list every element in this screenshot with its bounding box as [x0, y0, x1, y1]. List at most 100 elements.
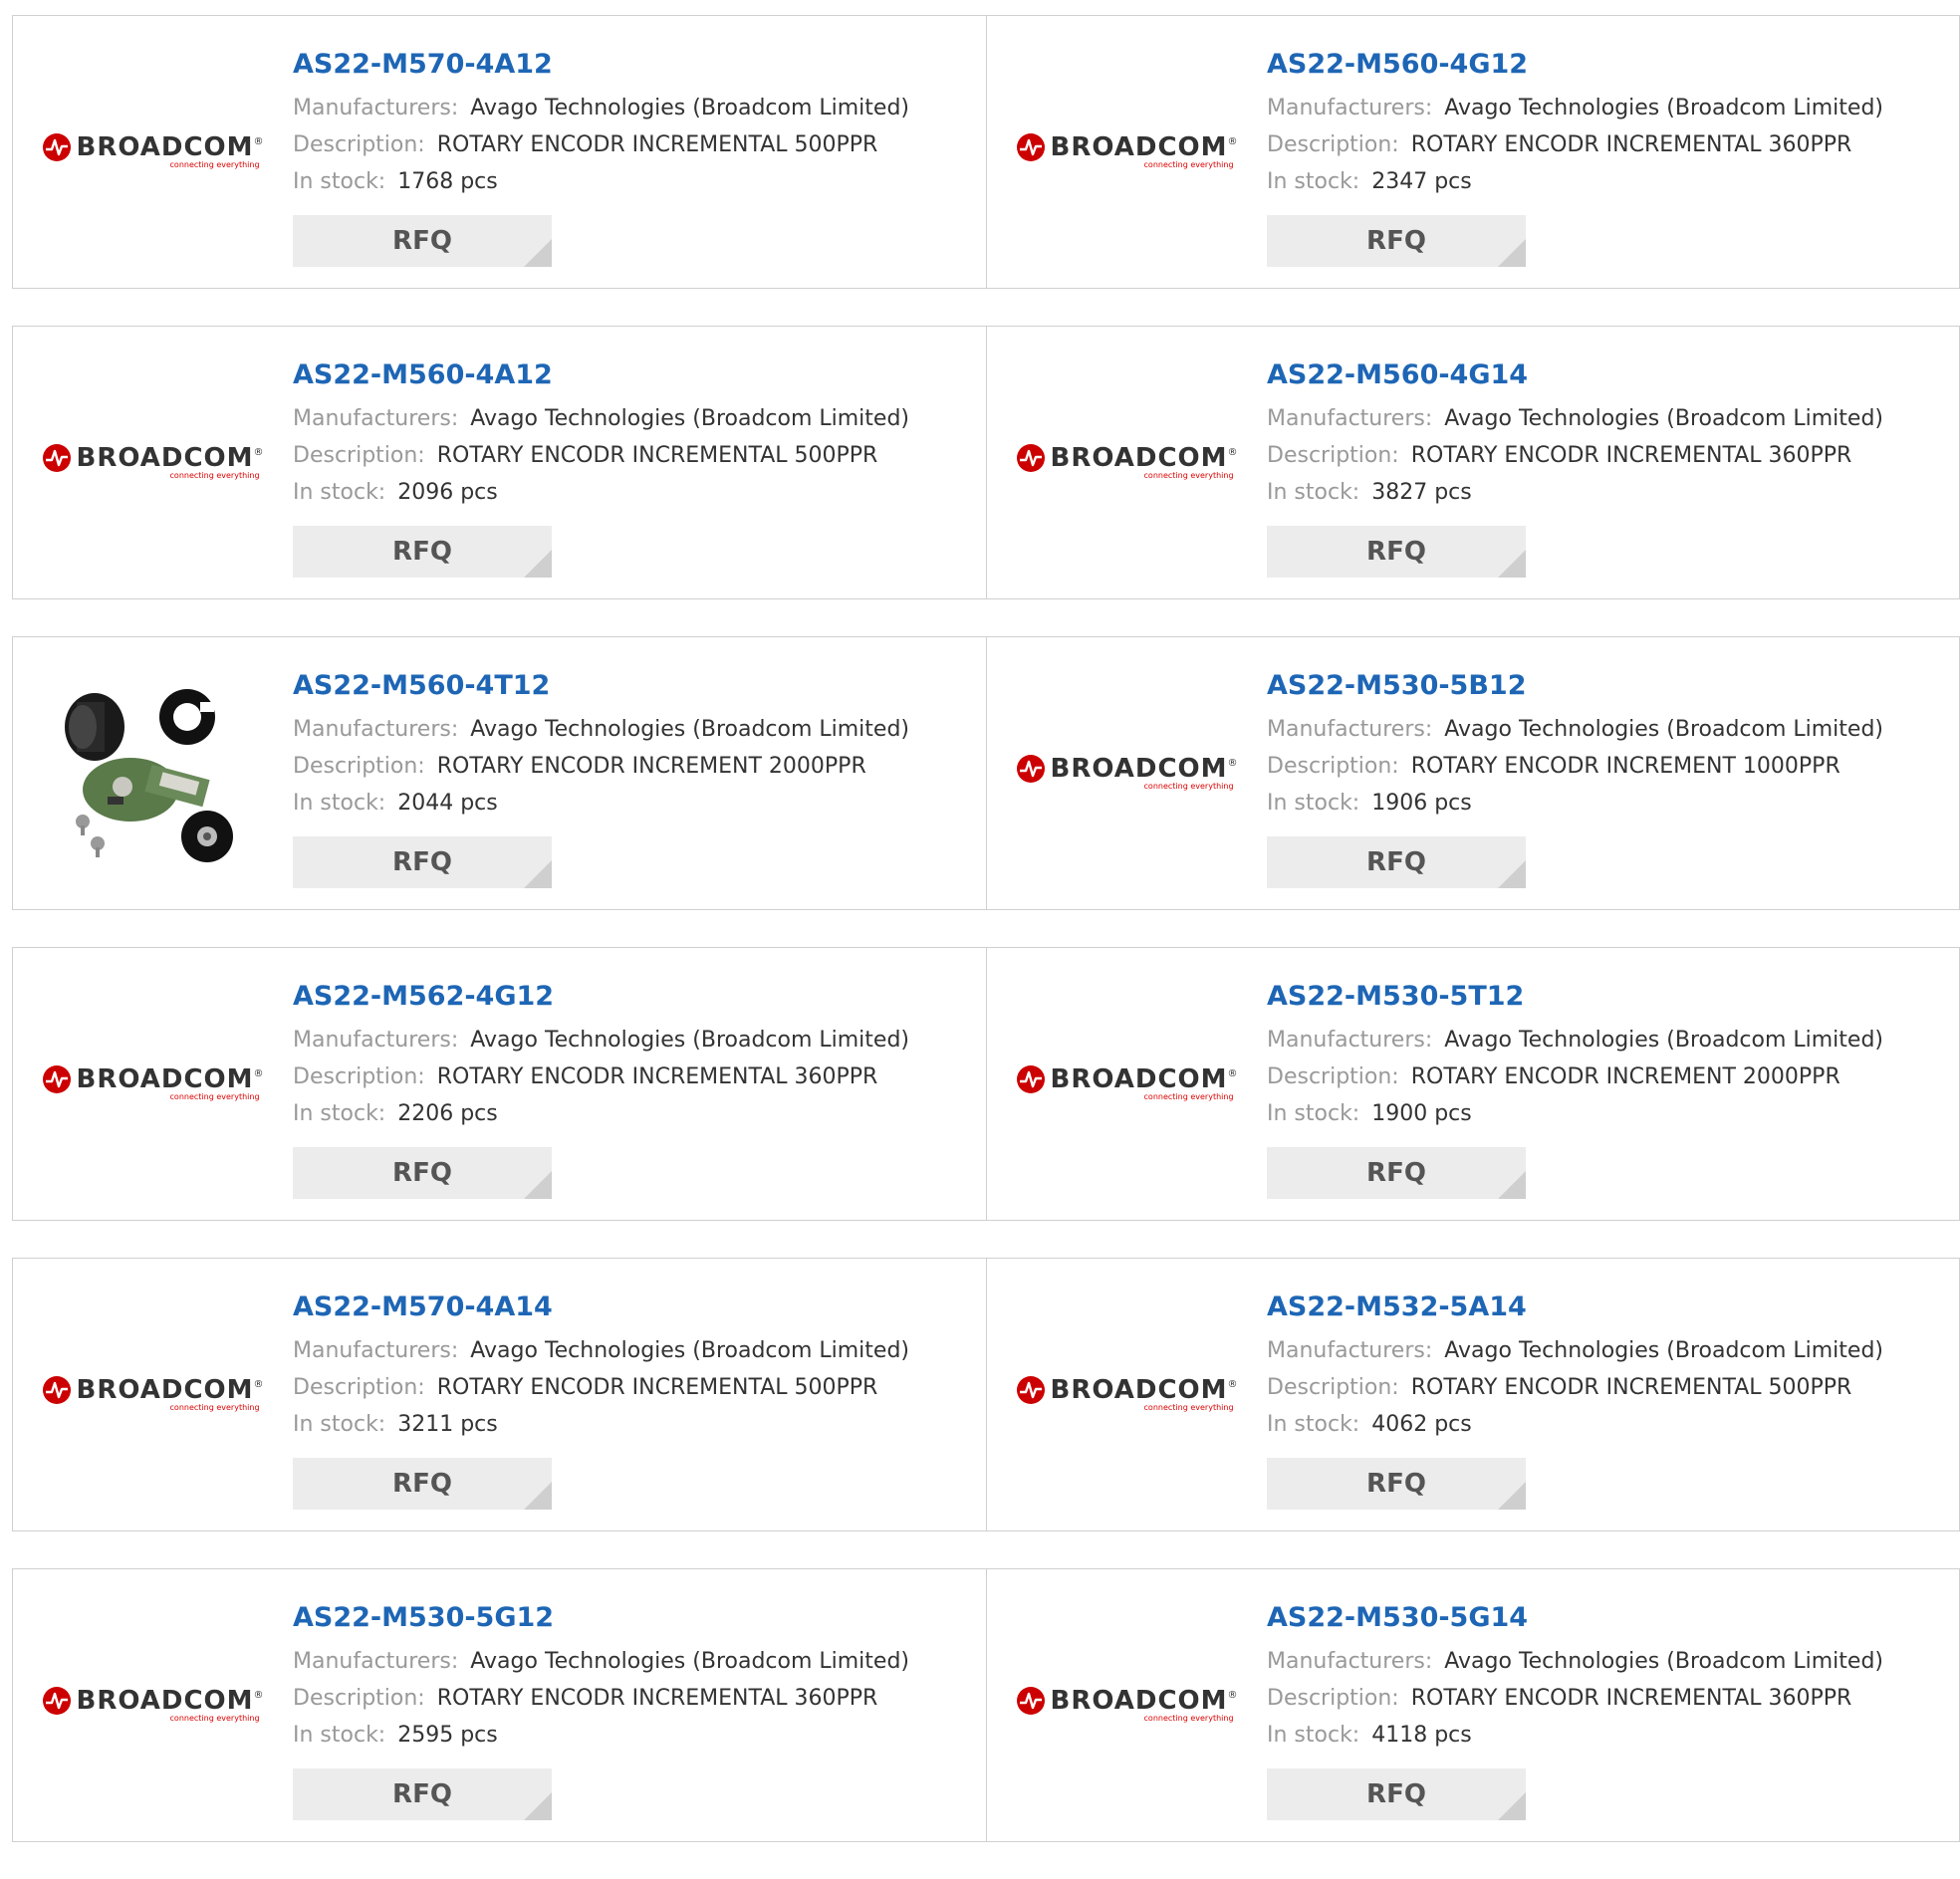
logo-tagline: connecting everything	[1143, 1713, 1234, 1723]
product-image[interactable]: BROADCOM ® connecting everything	[1016, 1289, 1238, 1498]
stock-line: In stock: 1900 pcs	[1267, 1095, 1883, 1132]
broadcom-logo: BROADCOM ® connecting everything	[42, 132, 264, 169]
rfq-button[interactable]: RFQ	[1267, 836, 1526, 888]
broadcom-logo: BROADCOM ® connecting everything	[1016, 132, 1238, 169]
rfq-button[interactable]: RFQ	[1267, 526, 1526, 578]
rfq-button[interactable]: RFQ	[293, 526, 552, 578]
part-number-link[interactable]: AS22-M532-5A14	[1267, 1289, 1883, 1326]
part-number-link[interactable]: AS22-M562-4G12	[293, 978, 909, 1016]
product-row: BROADCOM ® connecting everything AS22-M5…	[12, 1568, 1960, 1842]
stock-line: In stock: 3827 pcs	[1267, 474, 1883, 511]
product-row: BROADCOM ® connecting everything AS22-M5…	[12, 15, 1960, 289]
manufacturer-label: Manufacturers:	[1267, 1338, 1433, 1363]
product-image[interactable]: BROADCOM ® connecting everything	[1016, 667, 1238, 876]
part-number-link[interactable]: AS22-M530-5G14	[1267, 1599, 1883, 1637]
rfq-button[interactable]: RFQ	[293, 1458, 552, 1510]
part-number-link[interactable]: AS22-M560-4G12	[1267, 46, 1883, 84]
rfq-label: RFQ	[1366, 1469, 1426, 1499]
manufacturer-label: Manufacturers:	[293, 717, 459, 742]
corner-triangle-icon	[524, 1792, 552, 1820]
description-value: ROTARY ENCODR INCREMENTAL 360PPR	[436, 1064, 878, 1089]
corner-triangle-icon	[1498, 1792, 1526, 1820]
manufacturer-label: Manufacturers:	[1267, 1028, 1433, 1053]
description-value: ROTARY ENCODR INCREMENT 1000PPR	[1410, 754, 1840, 779]
product-image[interactable]: BROADCOM ® connecting everything	[1016, 46, 1238, 255]
part-number-link[interactable]: AS22-M570-4A14	[293, 1289, 909, 1326]
part-number-link[interactable]: AS22-M570-4A12	[293, 46, 909, 84]
product-card: BROADCOM ® connecting everything AS22-M5…	[986, 948, 1960, 1220]
corner-triangle-icon	[1498, 1482, 1526, 1510]
product-row: AS22-M560-4T12 Manufacturers: Avago Techn…	[12, 636, 1960, 910]
rfq-label: RFQ	[392, 1469, 452, 1499]
logo-wordmark: BROADCOM	[76, 131, 254, 162]
product-image[interactable]: BROADCOM ® connecting everything	[1016, 978, 1238, 1187]
product-image[interactable]: BROADCOM ® connecting everything	[42, 1289, 264, 1498]
logo-registered-mark: ®	[1227, 1689, 1238, 1701]
manufacturer-line: Manufacturers: Avago Technologies (Broadc…	[293, 1643, 909, 1680]
description-label: Description:	[1267, 1686, 1399, 1711]
logo-registered-mark: ®	[1227, 135, 1238, 147]
rfq-button[interactable]: RFQ	[293, 1147, 552, 1199]
rfq-label: RFQ	[392, 537, 452, 567]
part-number-link[interactable]: AS22-M530-5G12	[293, 1599, 909, 1637]
part-number-link[interactable]: AS22-M560-4G14	[1267, 356, 1883, 394]
stock-value: 1768 pcs	[397, 169, 498, 194]
manufacturer-value: Avago Technologies (Broadcom Limited)	[1444, 406, 1884, 431]
description-label: Description:	[1267, 132, 1399, 157]
rfq-button[interactable]: RFQ	[1267, 1458, 1526, 1510]
manufacturer-value: Avago Technologies (Broadcom Limited)	[470, 1338, 910, 1363]
part-number-link[interactable]: AS22-M530-5B12	[1267, 667, 1883, 705]
rfq-label: RFQ	[1366, 226, 1426, 256]
stock-value: 2096 pcs	[397, 480, 498, 505]
product-image[interactable]: BROADCOM ® connecting everything	[42, 46, 264, 255]
logo-registered-mark: ®	[253, 1378, 264, 1390]
broadcom-pulse-icon	[42, 132, 71, 161]
manufacturer-value: Avago Technologies (Broadcom Limited)	[1444, 717, 1884, 742]
broadcom-logo: BROADCOM ® connecting everything	[42, 1375, 264, 1412]
manufacturer-line: Manufacturers: Avago Technologies (Broadc…	[1267, 1643, 1883, 1680]
product-image[interactable]: BROADCOM ® connecting everything	[42, 356, 264, 566]
manufacturer-line: Manufacturers: Avago Technologies (Broadc…	[293, 1022, 909, 1058]
product-image[interactable]: BROADCOM ® connecting everything	[1016, 1599, 1238, 1808]
corner-triangle-icon	[524, 1482, 552, 1510]
broadcom-logo: BROADCOM ® connecting everything	[1016, 754, 1238, 791]
logo-registered-mark: ®	[1227, 446, 1238, 458]
rfq-button[interactable]: RFQ	[293, 836, 552, 888]
product-image[interactable]: BROADCOM ® connecting everything	[42, 978, 264, 1187]
product-card: BROADCOM ® connecting everything AS22-M5…	[12, 327, 986, 598]
broadcom-logo: BROADCOM ® connecting everything	[1016, 1375, 1238, 1412]
stock-line: In stock: 4118 pcs	[1267, 1717, 1883, 1754]
part-number-link[interactable]: AS22-M530-5T12	[1267, 978, 1883, 1016]
product-info: AS22-M530-5G14 Manufacturers: Avago Techn…	[1267, 1599, 1883, 1820]
manufacturer-value: Avago Technologies (Broadcom Limited)	[470, 1649, 910, 1674]
rfq-button[interactable]: RFQ	[1267, 1768, 1526, 1820]
stock-label: In stock:	[1267, 1723, 1360, 1748]
manufacturer-label: Manufacturers:	[293, 1338, 459, 1363]
broadcom-pulse-icon	[42, 1064, 71, 1093]
corner-triangle-icon	[1498, 1171, 1526, 1199]
rfq-button[interactable]: RFQ	[1267, 215, 1526, 267]
manufacturer-line: Manufacturers: Avago Technologies (Broadc…	[293, 711, 909, 748]
broadcom-logo: BROADCOM ® connecting everything	[42, 1686, 264, 1723]
product-image[interactable]: BROADCOM ® connecting everything	[1016, 356, 1238, 566]
logo-tagline: connecting everything	[169, 1091, 260, 1101]
part-number-link[interactable]: AS22-M560-4A12	[293, 356, 909, 394]
stock-value: 3827 pcs	[1371, 480, 1472, 505]
description-label: Description:	[293, 754, 425, 779]
manufacturer-value: Avago Technologies (Broadcom Limited)	[1444, 1028, 1884, 1053]
product-image[interactable]	[48, 667, 257, 876]
logo-wordmark: BROADCOM	[1050, 1685, 1228, 1716]
description-value: ROTARY ENCODR INCREMENTAL 360PPR	[1410, 443, 1852, 468]
part-number-link[interactable]: AS22-M560-4T12	[293, 667, 909, 705]
rfq-button[interactable]: RFQ	[293, 1768, 552, 1820]
product-card: BROADCOM ® connecting everything AS22-M5…	[986, 327, 1960, 598]
broadcom-pulse-icon	[42, 1686, 71, 1715]
product-image[interactable]: BROADCOM ® connecting everything	[42, 1599, 264, 1808]
description-label: Description:	[1267, 1375, 1399, 1400]
description-line: Description: ROTARY ENCODR INCREMENTAL 36…	[1267, 437, 1883, 474]
description-label: Description:	[293, 1375, 425, 1400]
rfq-button[interactable]: RFQ	[293, 215, 552, 267]
stock-value: 2044 pcs	[397, 791, 498, 816]
rfq-label: RFQ	[392, 226, 452, 256]
rfq-button[interactable]: RFQ	[1267, 1147, 1526, 1199]
